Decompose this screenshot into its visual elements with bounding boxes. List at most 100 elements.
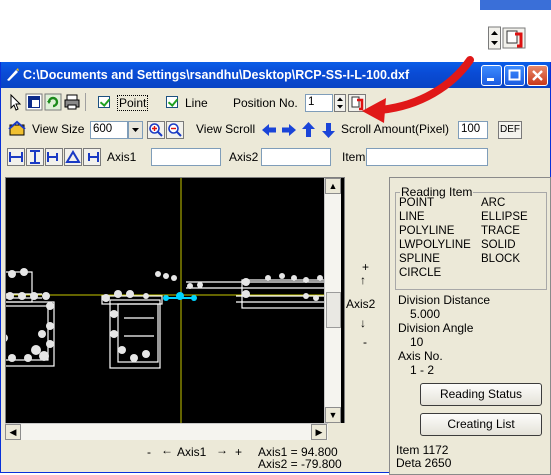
zoomed-position-stepper-icon bbox=[488, 26, 526, 50]
zoom-out-icon[interactable] bbox=[166, 121, 184, 139]
def-button[interactable]: DEF bbox=[498, 121, 522, 139]
zoom-in-icon[interactable] bbox=[147, 121, 165, 139]
refresh-icon[interactable] bbox=[44, 93, 62, 111]
reading-item-group: Reading Item POINT LINE POLYLINE LWPOLYL… bbox=[395, 185, 547, 290]
item-count: Item 1172 bbox=[396, 443, 449, 457]
middle-shape-points bbox=[102, 271, 177, 362]
axis-no-label: Axis No. bbox=[398, 349, 443, 363]
reading-item-point: POINT bbox=[399, 197, 435, 209]
axis2-down-arrow[interactable]: ↓ bbox=[360, 316, 366, 330]
maximize-button[interactable] bbox=[504, 65, 525, 86]
axis-no-value: 1 - 2 bbox=[410, 363, 435, 377]
axis2-plus[interactable]: + bbox=[362, 260, 369, 274]
position-jump-icon[interactable] bbox=[348, 94, 366, 112]
maximize-icon bbox=[508, 69, 521, 81]
fit-height-icon[interactable] bbox=[26, 148, 44, 166]
axis2-label-vertical: Axis2 bbox=[346, 297, 376, 311]
toolbar-row-3: Axis1 Axis2 Item bbox=[1, 148, 550, 170]
print-icon[interactable] bbox=[63, 93, 81, 111]
drawing-canvas[interactable] bbox=[5, 177, 345, 425]
reading-item-arc: ARC bbox=[481, 197, 506, 209]
zoom-blue-strip bbox=[480, 0, 551, 10]
side-panel: Reading Item POINT LINE POLYLINE LWPOLYL… bbox=[389, 177, 551, 475]
point-label: Point bbox=[117, 95, 149, 111]
app-window: C:\Documents and Settings\rsandhu\Deskto… bbox=[0, 62, 551, 475]
scroll-left-icon[interactable] bbox=[261, 121, 278, 139]
scroll-up-icon[interactable] bbox=[300, 121, 317, 139]
angle-icon[interactable] bbox=[64, 148, 82, 166]
select-window-icon[interactable] bbox=[25, 93, 43, 111]
cad-drawing bbox=[6, 178, 327, 424]
reading-item-ellipse: ELLIPSE bbox=[481, 211, 528, 223]
close-icon bbox=[532, 70, 543, 81]
axis2-minus[interactable]: - bbox=[363, 335, 367, 349]
line-checkbox[interactable] bbox=[166, 96, 178, 108]
point-checkbox[interactable] bbox=[98, 96, 110, 108]
window-title: C:\Documents and Settings\rsandhu\Deskto… bbox=[23, 68, 410, 82]
scroll-right-arrow-icon[interactable]: ▶ bbox=[311, 424, 327, 440]
axis1-minus[interactable]: - bbox=[147, 445, 151, 459]
reading-item-circle: CIRCLE bbox=[399, 267, 442, 279]
vertical-scrollbar[interactable]: ▲ ▼ bbox=[324, 178, 341, 424]
reading-status-button[interactable]: Reading Status bbox=[420, 383, 542, 406]
scroll-up-arrow-icon[interactable]: ▲ bbox=[325, 178, 341, 194]
reading-item-solid: SOLID bbox=[481, 239, 516, 251]
reading-item-trace: TRACE bbox=[481, 225, 520, 237]
reading-item-spline: SPLINE bbox=[399, 253, 440, 265]
toolbar-row-2: View Size 600 View Scroll Scroll Amount(… bbox=[1, 119, 550, 141]
reading-item-block: BLOCK bbox=[481, 253, 520, 265]
creating-list-button[interactable]: Creating List bbox=[420, 413, 542, 436]
scroll-corner bbox=[328, 423, 345, 440]
item-label: Item bbox=[342, 150, 366, 164]
view-scroll-label: View Scroll bbox=[196, 122, 256, 136]
scroll-down-arrow-icon[interactable]: ▼ bbox=[325, 407, 341, 423]
vertical-scroll-thumb[interactable] bbox=[326, 292, 341, 328]
item-input[interactable] bbox=[366, 148, 488, 166]
left-shape-points bbox=[6, 268, 54, 362]
title-bar[interactable]: C:\Documents and Settings\rsandhu\Deskto… bbox=[1, 62, 550, 88]
zoom-callout bbox=[476, 0, 551, 52]
axis2-input[interactable] bbox=[261, 148, 331, 166]
axis2-up-arrow[interactable]: ↑ bbox=[360, 273, 366, 287]
fit-width-icon[interactable] bbox=[7, 148, 25, 166]
close-button[interactable] bbox=[527, 65, 548, 86]
axis1-label: Axis1 bbox=[177, 445, 207, 459]
axis2-coordinate: Axis2 = -79.800 bbox=[258, 457, 342, 471]
division-angle-value: 10 bbox=[410, 335, 424, 349]
right-rail-points bbox=[187, 273, 323, 301]
axis1-label: Axis1 bbox=[107, 150, 137, 164]
position-stepper-icon[interactable] bbox=[334, 94, 346, 112]
reading-item-polyline: POLYLINE bbox=[399, 225, 455, 237]
horizontal-scrollbar[interactable]: ◀ ▶ bbox=[5, 423, 328, 440]
pointer-icon[interactable] bbox=[7, 93, 23, 111]
view-size-label: View Size bbox=[32, 122, 85, 136]
chevron-down-icon[interactable] bbox=[128, 121, 143, 139]
minimize-button[interactable] bbox=[481, 65, 502, 86]
deta-count: Deta 2650 bbox=[396, 456, 452, 470]
align-left-icon[interactable] bbox=[45, 148, 63, 166]
scroll-amount-label: Scroll Amount(Pixel) bbox=[341, 122, 450, 136]
position-no-input[interactable]: 1 bbox=[305, 94, 333, 112]
line-label: Line bbox=[185, 96, 208, 110]
reading-item-lwpolyline: LWPOLYLINE bbox=[399, 239, 471, 251]
minimize-icon bbox=[487, 78, 494, 81]
division-angle-label: Division Angle bbox=[398, 321, 474, 335]
app-icon bbox=[7, 68, 19, 81]
view-size-select[interactable]: 600 bbox=[90, 121, 128, 139]
align-right-icon[interactable] bbox=[83, 148, 101, 166]
toolbar-row-1: Point Line Position No. 1 bbox=[1, 93, 550, 113]
scroll-amount-input[interactable]: 100 bbox=[458, 121, 488, 139]
scroll-right-icon[interactable] bbox=[280, 121, 297, 139]
view-reset-icon[interactable] bbox=[7, 120, 27, 138]
scroll-down-icon[interactable] bbox=[320, 121, 337, 139]
position-no-label: Position No. bbox=[233, 96, 298, 110]
division-distance-label: Division Distance bbox=[398, 293, 491, 307]
axis2-label: Axis2 bbox=[229, 150, 259, 164]
axis1-input[interactable] bbox=[151, 148, 221, 166]
axis1-plus[interactable]: + bbox=[235, 445, 242, 459]
axis1-right-arrow[interactable]: → bbox=[216, 443, 228, 457]
scroll-left-arrow-icon[interactable]: ◀ bbox=[5, 424, 21, 440]
reading-item-line: LINE bbox=[399, 211, 425, 223]
selected-segment bbox=[163, 292, 197, 301]
axis1-left-arrow[interactable]: ← bbox=[161, 443, 173, 457]
